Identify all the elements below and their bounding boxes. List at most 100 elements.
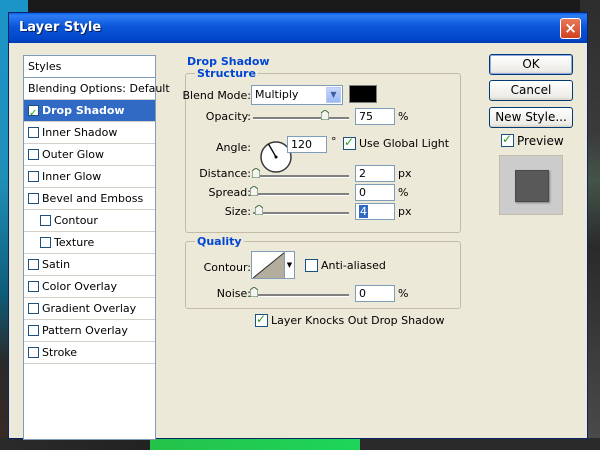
noise-label: Noise:: [216, 287, 251, 300]
checkbox-empty-icon[interactable]: [28, 324, 39, 336]
title-bar[interactable]: Layer Style ×: [9, 13, 587, 43]
noise-input[interactable]: 0: [355, 285, 395, 302]
anti-aliased-checkbox[interactable]: Anti-aliased: [305, 258, 386, 273]
use-global-light-checkbox[interactable]: Use Global Light: [343, 135, 449, 151]
blend-mode-select[interactable]: Multiply ▼: [251, 85, 343, 105]
size-slider-thumb[interactable]: [255, 205, 263, 215]
chevron-down-icon[interactable]: ▼: [284, 252, 294, 278]
checkbox-empty-icon[interactable]: [40, 236, 51, 248]
styles-item-blending-options-default[interactable]: Blending Options: Default: [24, 78, 170, 100]
checkbox-empty-icon[interactable]: [28, 258, 39, 270]
spread-unit: %: [398, 186, 409, 199]
size-input[interactable]: 4: [355, 203, 395, 220]
preview-label[interactable]: Preview: [517, 134, 564, 148]
styles-item-stroke[interactable]: Stroke: [24, 342, 155, 364]
ok-button[interactable]: OK: [489, 54, 573, 75]
spread-input[interactable]: 0: [355, 184, 395, 201]
close-button[interactable]: ×: [560, 18, 581, 39]
angle-label: Angle:: [215, 141, 251, 154]
styles-item-texture[interactable]: Texture: [24, 232, 155, 254]
styles-list: Styles Blending Options: Default Drop Sha…: [23, 55, 170, 440]
spread-slider-thumb[interactable]: [250, 186, 258, 196]
size-slider[interactable]: [253, 212, 349, 215]
checkbox-empty-icon[interactable]: [28, 302, 39, 314]
styles-item-label: Drop Shadow: [42, 104, 125, 117]
styles-item-bevel-and-emboss[interactable]: Bevel and Emboss: [24, 188, 155, 210]
checkbox-empty-icon[interactable]: [305, 258, 318, 272]
distance-unit: px: [398, 167, 412, 180]
checkbox-empty-icon[interactable]: [28, 126, 39, 138]
checkbox-empty-icon[interactable]: [40, 214, 51, 226]
window-title: Layer Style: [19, 20, 102, 35]
distance-slider-thumb[interactable]: [252, 168, 260, 178]
noise-slider[interactable]: [253, 294, 349, 297]
quality-title: Quality: [195, 235, 244, 248]
checkbox-checked-icon[interactable]: [28, 103, 39, 124]
styles-item-color-overlay[interactable]: Color Overlay: [24, 276, 155, 298]
anti-aliased-label[interactable]: Anti-aliased: [321, 259, 386, 272]
preview-swatch: [515, 170, 549, 202]
styles-item-label: Bevel and Emboss: [42, 192, 144, 205]
layer-style-dialog: Layer Style × Styles Blending Options: D…: [8, 12, 588, 440]
spread-label: Spread:: [208, 186, 251, 199]
styles-item-pattern-overlay[interactable]: Pattern Overlay: [24, 320, 155, 342]
opacity-slider[interactable]: [253, 117, 349, 120]
spread-slider[interactable]: [253, 193, 349, 196]
styles-item-label: Color Overlay: [42, 280, 117, 293]
checkbox-checked-icon[interactable]: [255, 312, 268, 327]
size-value-selected: 4: [359, 205, 368, 218]
checkbox-empty-icon[interactable]: [28, 192, 39, 204]
styles-item-label: Gradient Overlay: [42, 302, 137, 315]
styles-item-label: Outer Glow: [42, 148, 105, 161]
size-unit: px: [398, 205, 412, 218]
checkbox-empty-icon[interactable]: [28, 280, 39, 292]
styles-item-label: Inner Shadow: [42, 126, 118, 139]
opacity-unit: %: [398, 110, 409, 123]
styles-item-label: Stroke: [42, 346, 78, 359]
distance-label: Distance:: [199, 167, 251, 180]
styles-item-satin[interactable]: Satin: [24, 254, 155, 276]
distance-input[interactable]: 2: [355, 165, 395, 182]
preview-checkbox[interactable]: Preview: [501, 132, 564, 148]
styles-item-inner-glow[interactable]: Inner Glow: [24, 166, 155, 188]
styles-item-drop-shadow[interactable]: Drop Shadow: [24, 100, 155, 124]
styles-item-label: Satin: [42, 258, 71, 271]
opacity-slider-thumb[interactable]: [321, 110, 329, 120]
structure-title: Structure: [195, 67, 258, 80]
shadow-color-swatch[interactable]: [349, 85, 377, 103]
use-global-light-label[interactable]: Use Global Light: [359, 137, 449, 150]
cancel-button[interactable]: Cancel: [489, 80, 573, 101]
new-style-button[interactable]: New Style...: [489, 107, 573, 128]
blend-mode-value: Multiply: [255, 88, 299, 101]
styles-item-label: Contour: [54, 214, 98, 227]
angle-unit: °: [331, 135, 337, 148]
styles-item-gradient-overlay[interactable]: Gradient Overlay: [24, 298, 155, 320]
layer-knocks-out-checkbox[interactable]: Layer Knocks Out Drop Shadow: [255, 312, 445, 328]
contour-label: Contour:: [203, 261, 251, 274]
close-icon: ×: [564, 19, 577, 37]
style-preview: [499, 155, 563, 215]
styles-item-outer-glow[interactable]: Outer Glow: [24, 144, 155, 166]
styles-item-inner-shadow[interactable]: Inner Shadow: [24, 122, 155, 144]
checkbox-checked-icon[interactable]: [343, 135, 356, 150]
contour-preview-icon: [253, 252, 285, 278]
chevron-down-icon: ▼: [326, 87, 341, 103]
layer-knocks-out-label[interactable]: Layer Knocks Out Drop Shadow: [271, 314, 445, 327]
styles-item-label: Pattern Overlay: [42, 324, 128, 337]
distance-slider[interactable]: [253, 175, 349, 178]
noise-unit: %: [398, 287, 409, 300]
angle-input[interactable]: 120: [287, 136, 327, 153]
styles-item-contour[interactable]: Contour: [24, 210, 155, 232]
styles-header[interactable]: Styles: [24, 56, 155, 78]
noise-slider-thumb[interactable]: [250, 287, 258, 297]
styles-item-label: Blending Options: Default: [28, 82, 170, 95]
blend-mode-label: Blend Mode:: [182, 89, 252, 102]
checkbox-empty-icon[interactable]: [28, 148, 39, 160]
checkbox-checked-icon[interactable]: [501, 132, 514, 147]
size-label: Size:: [224, 205, 251, 218]
checkbox-empty-icon[interactable]: [28, 170, 39, 182]
styles-item-label: Inner Glow: [42, 170, 102, 183]
checkbox-empty-icon[interactable]: [28, 346, 39, 358]
contour-picker[interactable]: ▼: [251, 251, 295, 279]
opacity-input[interactable]: 75: [355, 108, 395, 125]
